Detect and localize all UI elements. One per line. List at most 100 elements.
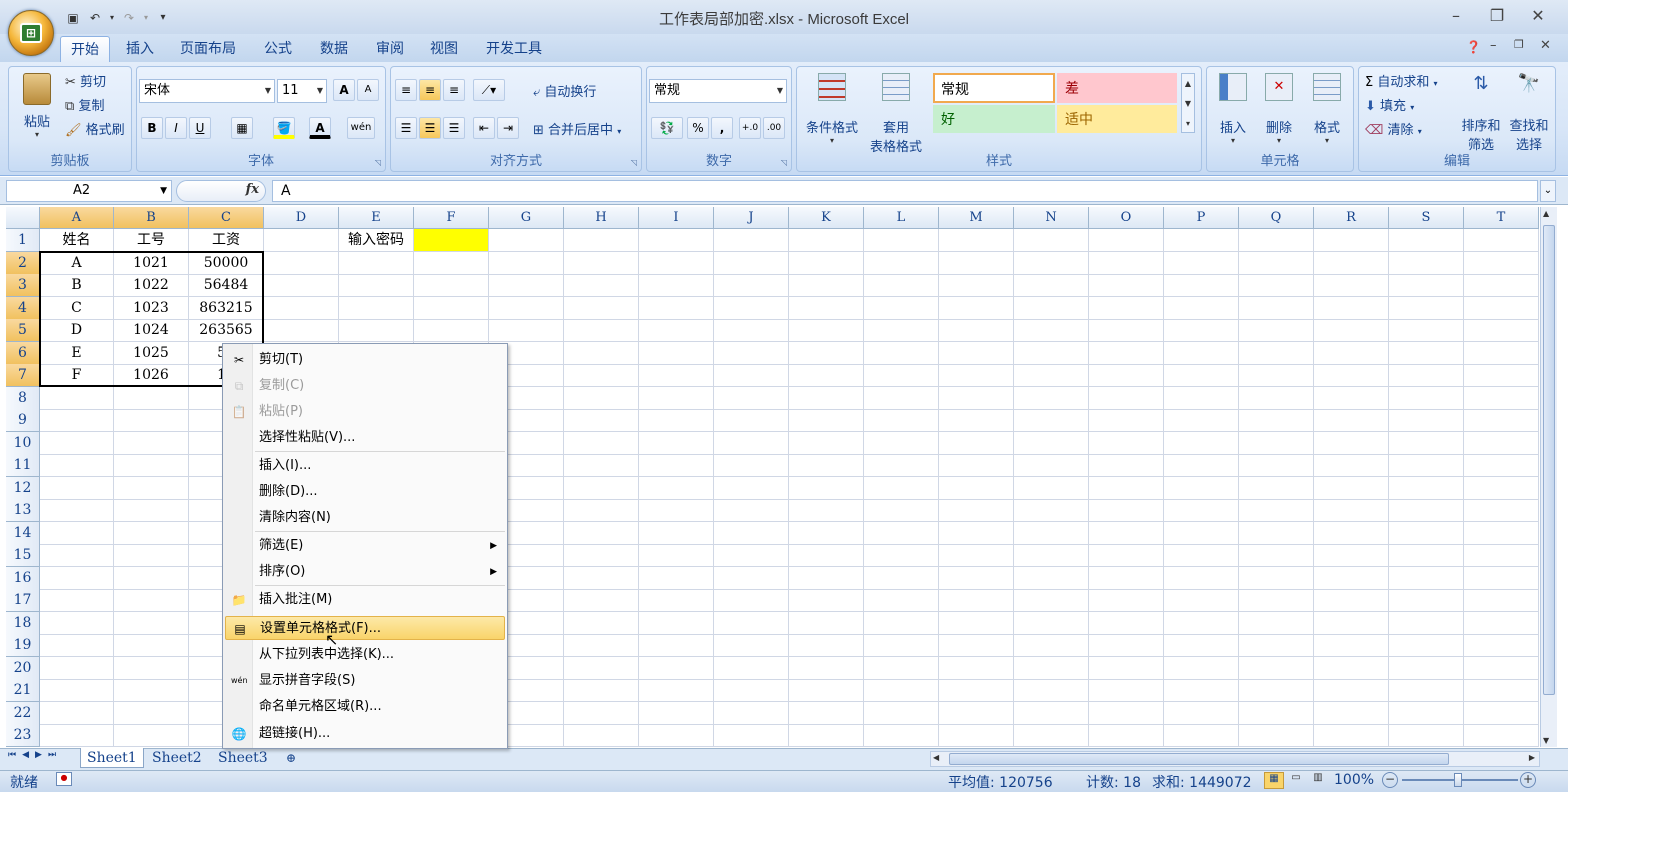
cell[interactable] (1239, 634, 1314, 657)
cell[interactable] (939, 679, 1014, 702)
cell[interactable] (1314, 454, 1389, 477)
cell[interactable] (1389, 409, 1464, 432)
fill-button[interactable]: ⬇ 填充 ▾ (1365, 95, 1414, 114)
cell[interactable] (864, 521, 939, 545)
cell[interactable] (1464, 521, 1539, 545)
cell[interactable] (789, 409, 864, 432)
cell[interactable] (1164, 229, 1239, 252)
row-header-23[interactable]: 23 (6, 724, 40, 747)
cell[interactable] (40, 566, 114, 590)
cell[interactable] (564, 544, 639, 567)
cell[interactable] (939, 634, 1014, 657)
cell[interactable] (414, 251, 489, 275)
cell[interactable] (1239, 431, 1314, 455)
tab-review[interactable]: 审阅 (366, 36, 414, 62)
context-menu-item[interactable]: 📋 粘贴(P) (225, 400, 505, 424)
maximize-button[interactable]: ❐ (1485, 6, 1509, 26)
cell[interactable] (714, 589, 789, 612)
cell[interactable] (864, 589, 939, 612)
cell[interactable] (339, 319, 414, 342)
sheet-tab-sheet3[interactable]: Sheet3 (212, 748, 274, 768)
row-header-16[interactable]: 16 (6, 566, 40, 590)
cell[interactable] (939, 499, 1014, 522)
clear-button[interactable]: ⌫ 清除 ▾ (1365, 119, 1422, 138)
cell[interactable] (939, 319, 1014, 342)
cell[interactable] (1239, 476, 1314, 500)
cell[interactable] (714, 566, 789, 590)
row-header-11[interactable]: 11 (6, 454, 40, 477)
row-header-13[interactable]: 13 (6, 499, 40, 522)
cell[interactable] (714, 701, 789, 725)
cell[interactable] (1164, 679, 1239, 702)
cell[interactable] (1014, 251, 1089, 275)
cell[interactable] (40, 521, 114, 545)
close-button[interactable]: ✕ (1526, 6, 1550, 26)
dialog-launcher-icon[interactable]: ◹ (375, 158, 381, 167)
cell[interactable] (1089, 274, 1164, 297)
row-header-18[interactable]: 18 (6, 611, 40, 635)
cell[interactable] (714, 296, 789, 320)
format-as-table-button[interactable]: 套用 表格格式 (863, 71, 929, 155)
increase-decimal-icon[interactable]: +.0 (739, 117, 761, 139)
cell[interactable] (1014, 701, 1089, 725)
cell[interactable] (1464, 274, 1539, 297)
context-menu-item[interactable]: wén 显示拼音字段(S) (225, 669, 505, 693)
cell[interactable] (864, 251, 939, 275)
cell[interactable] (114, 589, 189, 612)
cell[interactable] (1014, 724, 1089, 747)
cell[interactable] (714, 431, 789, 455)
row-header-5[interactable]: 5 (6, 319, 40, 342)
cell[interactable] (1314, 656, 1389, 680)
insert-cells-button[interactable]: 插入 ▾ (1211, 71, 1255, 151)
cell[interactable] (864, 431, 939, 455)
cell[interactable] (1014, 319, 1089, 342)
column-header-s[interactable]: S (1389, 207, 1464, 229)
context-menu-item[interactable]: 选择性粘贴(V)... (225, 426, 505, 450)
cell[interactable] (564, 229, 639, 252)
horizontal-scrollbar[interactable]: ◀ ▶ (930, 751, 1540, 767)
cell[interactable] (939, 589, 1014, 612)
help-icon[interactable]: ❓ (1466, 40, 1481, 54)
row-header-6[interactable]: 6 (6, 341, 40, 365)
cell[interactable] (714, 499, 789, 522)
cell[interactable] (40, 431, 114, 455)
orientation-icon[interactable]: ⟋▾ (473, 79, 505, 101)
vertical-scroll-thumb[interactable] (1543, 225, 1555, 695)
column-header-k[interactable]: K (789, 207, 864, 229)
cell[interactable] (1164, 274, 1239, 297)
row-header-4[interactable]: 4 (6, 296, 40, 320)
cell[interactable] (714, 679, 789, 702)
cell[interactable] (564, 251, 639, 275)
cell[interactable] (864, 341, 939, 365)
cell[interactable] (714, 724, 789, 747)
autosum-button[interactable]: Σ 自动求和 ▾ (1365, 71, 1438, 90)
cell[interactable] (1164, 499, 1239, 522)
cell[interactable]: 263565 (189, 319, 264, 342)
cell[interactable] (714, 364, 789, 387)
cell[interactable] (1014, 431, 1089, 455)
cell[interactable]: 56484 (189, 274, 264, 297)
cell[interactable] (1239, 319, 1314, 342)
cell[interactable]: 1026 (114, 364, 189, 387)
cell[interactable] (1089, 251, 1164, 275)
cell[interactable] (789, 341, 864, 365)
cell[interactable] (1464, 319, 1539, 342)
context-menu-item[interactable]: 筛选(E) ▶ (225, 534, 505, 558)
cell[interactable] (1014, 454, 1089, 477)
cell[interactable] (264, 296, 339, 320)
cell[interactable] (1239, 296, 1314, 320)
cell[interactable] (864, 611, 939, 635)
cell[interactable]: 1025 (114, 341, 189, 365)
cell[interactable] (939, 274, 1014, 297)
page-layout-view-icon[interactable]: ▭ (1286, 772, 1306, 789)
cell[interactable] (1464, 499, 1539, 522)
context-menu-item[interactable]: 排序(O) ▶ (225, 560, 505, 584)
cell[interactable] (1014, 386, 1089, 410)
align-right-icon[interactable]: ☰ (443, 117, 465, 139)
cell[interactable] (1239, 611, 1314, 635)
cell[interactable] (939, 386, 1014, 410)
number-format-combo[interactable]: 常规 ▼ (649, 79, 787, 103)
cell[interactable] (564, 431, 639, 455)
cell[interactable] (1014, 409, 1089, 432)
fill-color-icon[interactable]: 🪣 (273, 117, 295, 139)
